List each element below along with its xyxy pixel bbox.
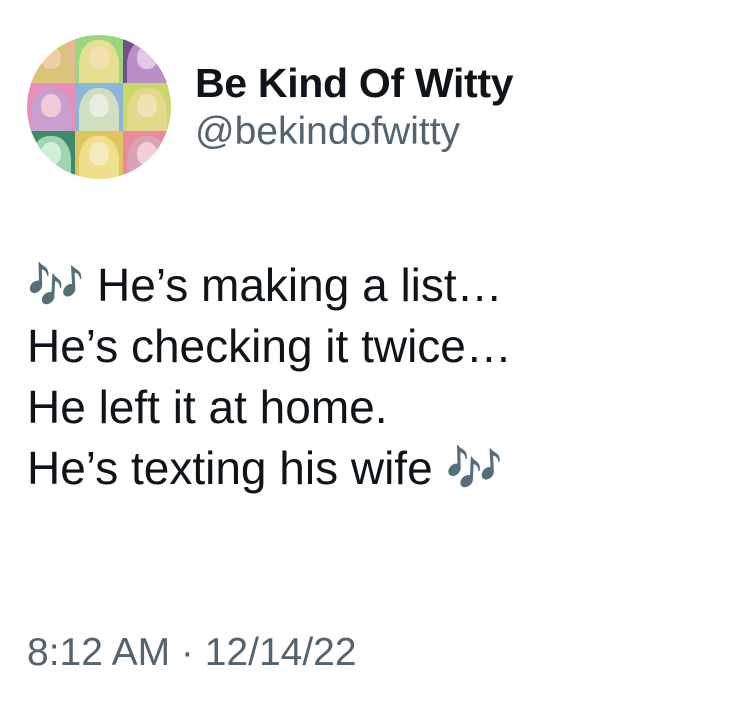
avatar-face-shape [89,141,109,165]
tweet-text-line: He’s texting his wife 🎶 [27,442,503,494]
avatar-face-shape [41,45,61,69]
avatar-face-shape [41,93,61,117]
avatar[interactable] [27,35,171,179]
author-names: Be Kind Of Witty @bekindofwitty [195,59,514,155]
avatar-face-shape [137,93,157,117]
tweet-text: 🎶 He’s making a list… He’s checking it t… [27,255,717,499]
avatar-face-shape [137,141,157,165]
avatar-tile [27,35,75,83]
avatar-tile [75,131,123,179]
author-handle[interactable]: @bekindofwitty [195,109,513,155]
avatar-tile [123,131,171,179]
avatar-tile [75,35,123,83]
author-display-name[interactable]: Be Kind Of Witty [195,59,514,107]
tweet-text-line: 🎶 He’s making a list… [27,259,503,311]
avatar-tile [123,35,171,83]
avatar-face-shape [137,45,157,69]
avatar-face-shape [89,45,109,69]
tweet-text-line: He’s checking it twice… [27,320,512,372]
avatar-face-shape [89,93,109,117]
avatar-tile [27,131,75,179]
avatar-face-shape [41,141,61,165]
avatar-tile [123,83,171,131]
tweet-timestamp[interactable]: 8:12 AM · 12/14/22 [27,630,357,676]
tweet-header: Be Kind Of Witty @bekindofwitty [27,35,514,179]
tweet-text-line: He left it at home. [27,381,388,433]
avatar-tile [27,83,75,131]
tweet-card: Be Kind Of Witty @bekindofwitty 🎶 He’s m… [0,0,734,712]
avatar-tile [75,83,123,131]
